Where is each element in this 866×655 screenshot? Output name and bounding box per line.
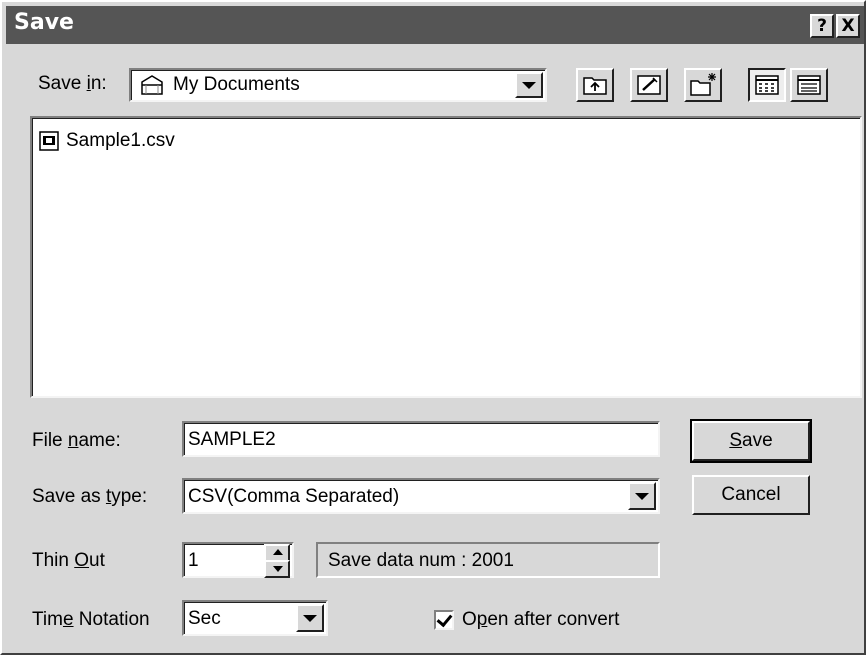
chevron-up-icon	[273, 549, 283, 555]
folder-icon	[139, 74, 165, 96]
save-button[interactable]: Save	[690, 419, 812, 463]
chevron-down-icon	[273, 566, 283, 572]
thin-out-stepper[interactable]: 1	[182, 542, 294, 578]
new-folder-icon	[690, 73, 716, 96]
close-button[interactable]: X	[836, 14, 860, 38]
save-in-label: Save in:	[38, 73, 107, 94]
save-in-combo[interactable]: My Documents	[129, 68, 547, 102]
save-as-type-combo[interactable]: CSV(Comma Separated)	[182, 478, 660, 514]
cancel-button[interactable]: Cancel	[692, 475, 810, 515]
title-bar[interactable]: Save ? X	[6, 6, 864, 44]
save-as-type-label: Save as type:	[32, 486, 148, 507]
desktop-icon	[637, 75, 661, 95]
details-view-icon	[797, 75, 821, 95]
list-item[interactable]: Sample1.csv	[38, 130, 175, 152]
time-notation-dropdown-button[interactable]	[296, 604, 324, 632]
thin-out-label: Thin Out	[32, 550, 105, 571]
save-dialog: Save ? X Save in: My Documents Sample1.c…	[0, 0, 866, 655]
up-one-level-button[interactable]	[576, 68, 614, 102]
chevron-down-icon	[635, 493, 649, 500]
file-list[interactable]	[30, 116, 862, 398]
time-notation-label: Time Notation	[32, 609, 150, 630]
dialog-title: Save	[14, 10, 74, 35]
file-name-text: Sample1.csv	[66, 130, 175, 151]
chevron-down-icon	[522, 82, 536, 89]
details-view-button[interactable]	[790, 68, 828, 102]
up-folder-icon	[583, 77, 607, 95]
time-notation-value: Sec	[188, 608, 221, 629]
save-as-type-value: CSV(Comma Separated)	[188, 486, 400, 507]
list-view-icon	[755, 75, 779, 95]
spin-down-button[interactable]	[264, 560, 290, 578]
chevron-down-icon	[303, 615, 317, 622]
file-name-input[interactable]: SAMPLE2	[182, 421, 660, 457]
thin-out-value: 1	[188, 550, 199, 571]
save-as-type-dropdown-button[interactable]	[628, 482, 656, 510]
desktop-button[interactable]	[630, 68, 668, 102]
save-data-num-text: Save data num : 2001	[328, 550, 514, 571]
file-name-label: File name:	[32, 430, 121, 451]
new-folder-button[interactable]	[684, 68, 722, 102]
save-in-value: My Documents	[173, 74, 300, 95]
open-after-convert-label[interactable]: Open after convert	[462, 609, 619, 631]
save-in-dropdown-button[interactable]	[515, 72, 543, 98]
help-button[interactable]: ?	[810, 14, 834, 38]
save-data-num-display: Save data num : 2001	[316, 542, 660, 578]
open-after-convert-checkbox[interactable]	[434, 610, 454, 630]
list-view-button[interactable]	[748, 68, 786, 102]
file-name-value: SAMPLE2	[188, 429, 276, 450]
csv-file-icon	[38, 130, 60, 152]
time-notation-select[interactable]: Sec	[182, 600, 328, 636]
